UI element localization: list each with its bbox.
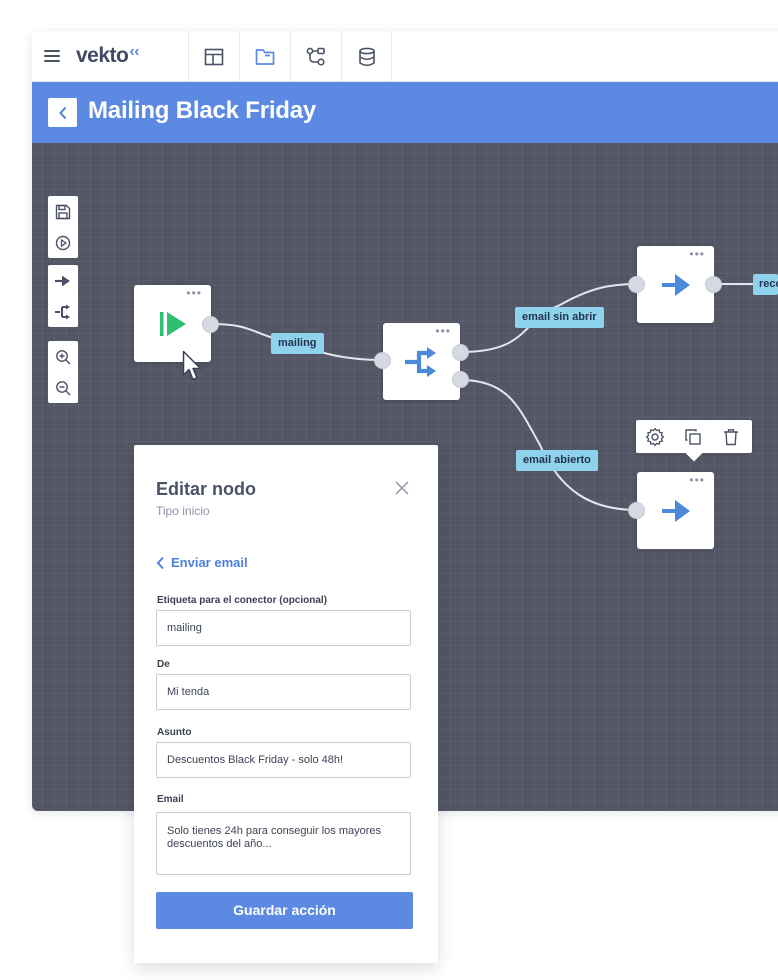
subject-input[interactable]: Descuentos Black Friday - solo 48h! — [156, 742, 411, 778]
from-input[interactable]: Mi tenda — [156, 674, 411, 710]
input-port[interactable] — [628, 502, 645, 519]
logo-text: vekto — [76, 44, 129, 67]
edit-node-panel: Editar nodo Tipo inicio Enviar email Eti… — [134, 445, 438, 963]
back-button[interactable] — [48, 98, 77, 127]
connector-label-input[interactable]: mailing — [156, 610, 411, 646]
connector-label-opened[interactable]: email abierto — [516, 450, 598, 471]
chevron-left-icon — [58, 106, 66, 119]
start-play-icon — [159, 311, 186, 336]
tab-database[interactable] — [341, 31, 392, 82]
output-port[interactable] — [705, 276, 722, 293]
zoom-out-tool[interactable] — [48, 372, 78, 403]
mouse-cursor-icon — [182, 350, 202, 381]
output-port-yes[interactable] — [452, 371, 469, 388]
email-field-label: Email — [157, 794, 184, 805]
run-tool[interactable] — [48, 227, 78, 258]
connector-label-not-opened[interactable]: email sin abrir — [515, 307, 604, 328]
add-action-tool[interactable] — [48, 265, 78, 296]
arrow-right-icon — [55, 275, 70, 286]
node-toolbar — [636, 420, 752, 453]
connector-label-field-label: Etiqueta para el conector (opcional) — [157, 595, 328, 606]
logo-mark: ‹‹ — [129, 43, 140, 60]
zoom-out-icon — [56, 380, 71, 395]
top-navbar: vekto‹‹ — [32, 31, 778, 82]
workflow-icon — [306, 47, 325, 66]
email-body-textarea[interactable]: Solo tienes 24h para conseguir los mayor… — [156, 812, 411, 875]
input-port[interactable] — [628, 276, 645, 293]
split-icon — [404, 346, 436, 377]
add-split-tool[interactable] — [48, 296, 78, 327]
node-settings-button[interactable] — [636, 420, 674, 453]
arrow-right-icon — [661, 273, 690, 296]
action-node-bottom[interactable]: ••• — [628, 472, 714, 549]
panel-title: Editar nodo — [156, 479, 256, 499]
logo: vekto‹‹ — [76, 43, 140, 68]
zoom-in-tool[interactable] — [48, 341, 78, 372]
node-copy-button[interactable] — [674, 420, 712, 453]
close-icon[interactable] — [394, 480, 410, 496]
tab-workflow[interactable] — [290, 31, 341, 82]
node-delete-button[interactable] — [712, 420, 750, 453]
play-icon — [55, 235, 71, 250]
connector-label-mailing[interactable]: mailing — [271, 333, 324, 354]
zoom-in-icon — [56, 349, 71, 364]
copy-icon — [685, 428, 701, 445]
toolgroup-file — [48, 196, 78, 258]
tab-layout[interactable] — [188, 31, 239, 82]
output-port-no[interactable] — [452, 344, 469, 361]
database-icon — [358, 47, 375, 66]
title-bar: Mailing Black Friday — [32, 82, 778, 143]
page-title: Mailing Black Friday — [88, 97, 317, 124]
connector-label-cut[interactable]: reco — [753, 274, 778, 295]
save-icon — [55, 204, 71, 219]
back-link-label: Enviar email — [171, 555, 248, 570]
action-node-top[interactable]: ••• — [628, 246, 722, 323]
trash-icon — [724, 428, 738, 445]
arrow-right-icon — [661, 499, 690, 522]
folder-icon — [255, 48, 275, 65]
toolgroup-nodes — [48, 265, 78, 327]
save-action-button[interactable]: Guardar acción — [156, 892, 413, 929]
chevron-left-icon — [156, 556, 164, 569]
output-port[interactable] — [202, 316, 219, 333]
tab-folder[interactable] — [239, 31, 290, 82]
split-icon — [55, 304, 70, 319]
panel-subtitle: Tipo inicio — [156, 504, 210, 518]
layout-icon — [204, 48, 224, 65]
subject-field-label: Asunto — [157, 727, 192, 738]
save-tool[interactable] — [48, 196, 78, 227]
toolgroup-zoom — [48, 341, 78, 403]
nav-tabs — [188, 31, 392, 82]
back-link[interactable]: Enviar email — [156, 555, 248, 570]
split-node[interactable]: ••• — [374, 323, 469, 400]
menu-icon[interactable] — [44, 50, 60, 62]
from-field-label: De — [157, 659, 170, 670]
input-port[interactable] — [374, 352, 391, 369]
gear-icon — [645, 427, 665, 446]
